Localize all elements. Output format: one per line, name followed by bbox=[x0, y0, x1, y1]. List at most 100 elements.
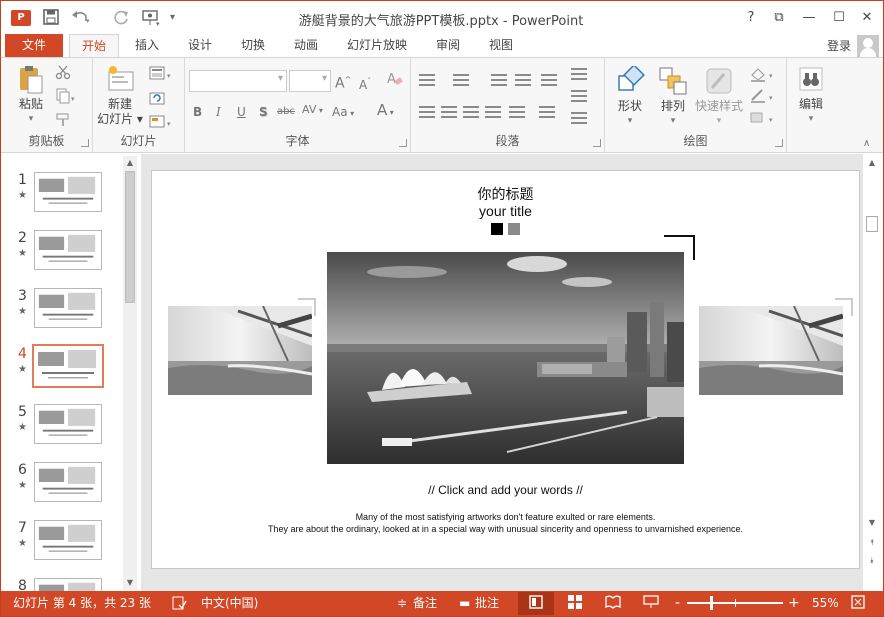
slide-caption[interactable]: // Click and add your words // bbox=[152, 483, 859, 497]
login-link[interactable]: 登录 bbox=[827, 37, 851, 54]
editor-scroll-up-icon[interactable]: ▲ bbox=[865, 156, 879, 170]
close-button[interactable]: ✕ bbox=[854, 7, 880, 29]
center-harbour-image[interactable] bbox=[327, 252, 684, 464]
reading-view-icon[interactable] bbox=[605, 595, 621, 613]
tab-file[interactable]: 文件 bbox=[5, 34, 63, 58]
numbering-icon[interactable] bbox=[453, 74, 469, 88]
comments-button[interactable]: 批注 bbox=[475, 595, 499, 611]
editor-scrollbar[interactable]: ▲ ▼ ⯭ ⯯ bbox=[865, 154, 879, 591]
tab-slideshow[interactable]: 幻灯片放映 bbox=[339, 34, 415, 58]
scrollbar-thumb[interactable] bbox=[125, 171, 135, 303]
char-spacing-button[interactable]: AV ▾ bbox=[302, 102, 323, 119]
tab-animations[interactable]: 动画 bbox=[286, 34, 326, 58]
change-case-button[interactable]: Aa ▾ bbox=[332, 104, 354, 122]
normal-view-icon[interactable] bbox=[529, 595, 543, 613]
slide-sorter-icon[interactable] bbox=[568, 595, 582, 613]
thumbnail-preview[interactable] bbox=[32, 344, 104, 388]
minimize-button[interactable]: — bbox=[796, 7, 822, 29]
increase-indent-icon[interactable] bbox=[515, 74, 531, 88]
arrange-button[interactable]: 排列 ▾ bbox=[655, 66, 691, 129]
shape-fill-icon[interactable]: ▾ bbox=[749, 66, 779, 86]
bold-button[interactable]: B bbox=[193, 104, 202, 120]
slide-thumbnail[interactable]: 7 ★ bbox=[1, 520, 121, 578]
save-icon[interactable] bbox=[43, 9, 59, 27]
layout-icon[interactable]: ▾ bbox=[149, 66, 175, 86]
reset-slide-icon[interactable] bbox=[149, 90, 165, 110]
underline-button[interactable]: U bbox=[237, 104, 246, 120]
slide-title-en[interactable]: your title bbox=[152, 203, 859, 219]
format-painter-icon[interactable] bbox=[55, 112, 71, 132]
line-spacing-icon[interactable] bbox=[541, 74, 557, 88]
columns-icon[interactable] bbox=[539, 106, 555, 120]
align-right-icon[interactable] bbox=[463, 106, 479, 120]
ribbon-display-button[interactable]: ⧉ bbox=[766, 7, 792, 29]
thumbnail-preview[interactable] bbox=[34, 462, 102, 502]
right-sailboat-image[interactable] bbox=[699, 306, 843, 395]
shadow-button[interactable]: S bbox=[259, 104, 268, 120]
slide-thumbnail[interactable]: 2 ★ bbox=[1, 230, 121, 288]
justify-icon[interactable] bbox=[485, 106, 501, 120]
spell-check-icon[interactable] bbox=[171, 595, 187, 615]
zoom-level[interactable]: 55% bbox=[812, 595, 839, 611]
drawing-launcher-icon[interactable] bbox=[775, 139, 783, 147]
grow-font-icon[interactable]: A^ bbox=[335, 72, 351, 92]
slide-thumbnail[interactable]: 3 ★ bbox=[1, 288, 121, 346]
left-sailboat-image[interactable] bbox=[168, 306, 312, 395]
tab-view[interactable]: 视图 bbox=[481, 34, 521, 58]
present-icon[interactable]: ▾ bbox=[141, 9, 161, 28]
tab-home[interactable]: 开始 bbox=[69, 34, 119, 58]
collapse-ribbon-icon[interactable]: ∧ bbox=[863, 136, 870, 152]
shrink-font-icon[interactable]: Aˇ bbox=[359, 74, 371, 93]
notes-button[interactable]: 备注 bbox=[413, 595, 437, 611]
tab-insert[interactable]: 插入 bbox=[127, 34, 167, 58]
font-name-combo[interactable] bbox=[189, 70, 287, 92]
cut-icon[interactable] bbox=[55, 64, 71, 84]
help-button[interactable]: ? bbox=[738, 7, 764, 29]
zoom-slider-knob[interactable] bbox=[710, 596, 713, 610]
clear-format-icon[interactable]: A bbox=[387, 70, 403, 92]
zoom-slider[interactable] bbox=[687, 596, 783, 610]
tab-review[interactable]: 审阅 bbox=[428, 34, 468, 58]
language-status[interactable]: 中文(中国) bbox=[201, 595, 258, 611]
slide-canvas[interactable]: 你的标题 your title // Click and add your wo… bbox=[151, 170, 860, 569]
shapes-button[interactable]: 形状 ▾ bbox=[611, 64, 649, 129]
avatar[interactable] bbox=[857, 35, 879, 57]
slide-thumbnail[interactable]: 5 ★ bbox=[1, 404, 121, 462]
font-size-combo[interactable] bbox=[289, 70, 331, 92]
align-text-icon[interactable] bbox=[571, 90, 587, 104]
italic-button[interactable]: I bbox=[216, 104, 221, 120]
tab-design[interactable]: 设计 bbox=[180, 34, 220, 58]
new-slide-button[interactable]: 新建 幻灯片 ▾ bbox=[95, 64, 145, 127]
editor-scrollbar-thumb[interactable] bbox=[866, 216, 878, 232]
decrease-indent-icon[interactable] bbox=[491, 74, 507, 88]
zoom-in-button[interactable]: + bbox=[788, 595, 800, 611]
editing-button[interactable]: 编辑 ▾ bbox=[791, 64, 831, 127]
thumbnails-scrollbar[interactable]: ▲ ▼ bbox=[123, 156, 137, 590]
next-slide-icon[interactable]: ⯯ bbox=[865, 554, 879, 568]
thumbnail-preview[interactable] bbox=[34, 404, 102, 444]
maximize-button[interactable]: ☐ bbox=[826, 7, 852, 29]
thumbnail-preview[interactable] bbox=[34, 520, 102, 560]
previous-slide-icon[interactable]: ⯭ bbox=[865, 536, 879, 550]
customize-qat-icon[interactable]: ▾ bbox=[170, 9, 175, 27]
font-color-button[interactable]: A ▾ bbox=[377, 102, 394, 121]
distributed-icon[interactable] bbox=[509, 106, 525, 120]
slide-title-cn[interactable]: 你的标题 bbox=[152, 184, 859, 204]
bullets-icon[interactable] bbox=[419, 74, 435, 88]
font-launcher-icon[interactable] bbox=[399, 139, 407, 147]
paragraph-launcher-icon[interactable] bbox=[593, 139, 601, 147]
undo-icon[interactable]: ▾ bbox=[71, 9, 91, 27]
align-left-icon[interactable] bbox=[419, 106, 435, 120]
slide-thumbnail[interactable]: 4 ★ bbox=[1, 344, 121, 404]
copy-icon[interactable]: ▾ bbox=[55, 88, 77, 108]
slide-body-text[interactable]: Many of the most satisfying artworks don… bbox=[152, 511, 859, 535]
thumbnail-preview[interactable] bbox=[34, 172, 102, 212]
thumbnail-preview[interactable] bbox=[34, 230, 102, 270]
scroll-down-arrow-icon[interactable]: ▼ bbox=[123, 576, 137, 590]
slide-thumbnail[interactable]: 1 ★ bbox=[1, 172, 121, 230]
thumbnail-preview[interactable] bbox=[34, 288, 102, 328]
slideshow-view-icon[interactable] bbox=[643, 595, 659, 613]
shape-outline-icon[interactable]: ▾ bbox=[749, 88, 779, 108]
align-center-icon[interactable] bbox=[441, 106, 457, 120]
fit-to-window-icon[interactable] bbox=[851, 595, 865, 613]
